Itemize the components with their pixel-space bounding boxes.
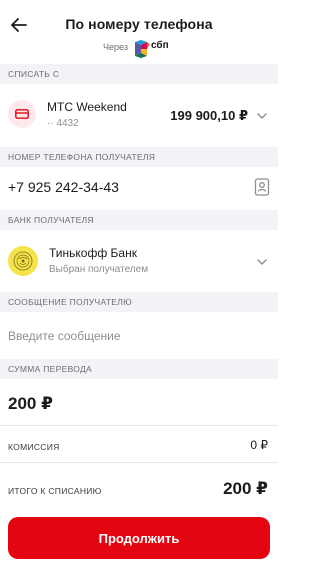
phone-field[interactable]: +7 925 242-34-43	[0, 167, 278, 207]
account-name: МТС Weekend	[47, 100, 127, 114]
via-label: Через	[103, 42, 128, 52]
account-balance: 199 900,10 ₽	[170, 108, 248, 123]
bank-name: Тинькофф Банк	[49, 246, 137, 260]
bank-selected-status: Выбран получателем	[49, 264, 149, 275]
amount-section-header: Сумма перевода	[0, 359, 278, 379]
tinkoff-bank-logo	[8, 246, 38, 276]
divider	[0, 462, 278, 463]
commission-value: 0 ₽	[250, 438, 268, 452]
message-section-header: Сообщение получателю	[0, 292, 278, 312]
sbp-logo: сбп	[134, 40, 178, 58]
total-value: 200 ₽	[223, 479, 268, 498]
total-label: Итого к списанию	[8, 486, 102, 496]
phone-section-header: Номер телефона получателя	[0, 147, 278, 167]
card-icon	[8, 100, 36, 128]
commission-label: Комиссия	[8, 442, 60, 452]
sbp-logo-text: сбп	[151, 40, 169, 51]
debit-account-selector[interactable]: МТС Weekend ·· 4432 199 900,10 ₽	[0, 88, 278, 138]
account-number: ·· 4432	[47, 118, 79, 129]
phone-value: +7 925 242-34-43	[8, 179, 119, 195]
divider	[0, 425, 278, 426]
header: По номеру телефона Через сбп	[0, 0, 278, 64]
continue-button[interactable]: Продолжить	[8, 517, 270, 559]
bank-selector[interactable]: Тинькофф Банк Выбран получателем	[0, 232, 278, 290]
chevron-down-icon	[257, 259, 267, 265]
debit-section-header: Списать с	[0, 64, 278, 84]
page-title: По номеру телефона	[65, 16, 213, 32]
transfer-amount[interactable]: 200 ₽	[8, 394, 53, 414]
bank-section-header: Банк получателя	[0, 210, 278, 230]
message-input[interactable]	[8, 328, 258, 344]
contacts-book-icon[interactable]	[254, 178, 270, 196]
chevron-down-icon	[257, 113, 267, 119]
